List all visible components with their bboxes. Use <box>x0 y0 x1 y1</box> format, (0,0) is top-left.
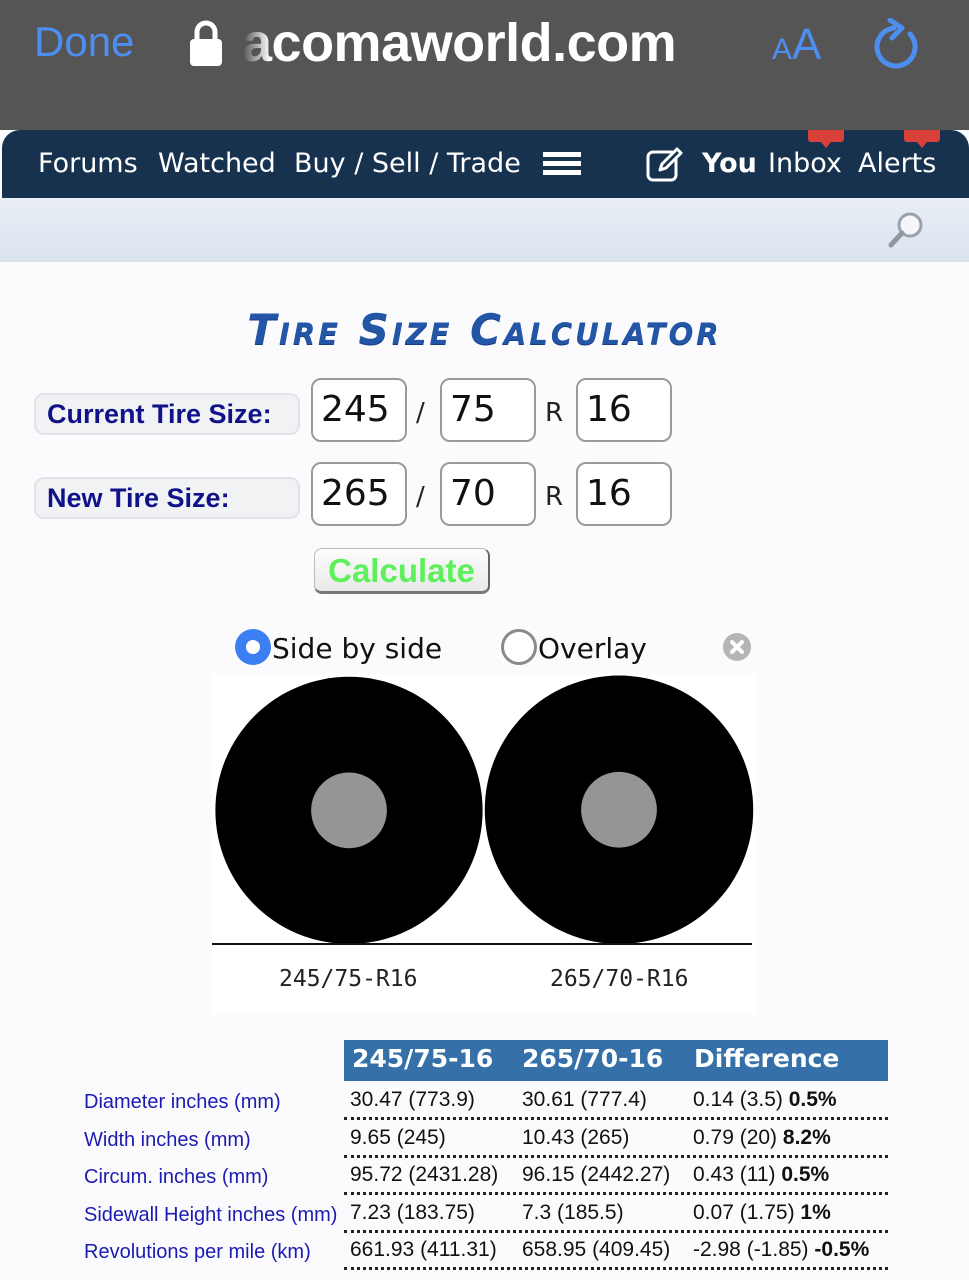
nav-forums[interactable]: Forums <box>38 148 138 179</box>
cell-difference: -2.98 (-1.85) -0.5% <box>693 1238 870 1261</box>
header-new: 265/70-16 <box>522 1044 664 1073</box>
page-title: Tire Size Calculator <box>247 305 722 354</box>
cell-current: 9.65 (245) <box>350 1125 446 1149</box>
browser-toolbar: Done acomaworld.com AA <box>0 0 969 130</box>
current-tire-label: Current Tire Size: <box>34 393 300 435</box>
row-label: Sidewall Height inches (mm) <box>84 1203 338 1226</box>
difference-percent: 0.5% <box>781 1163 830 1186</box>
text-size-small: A <box>772 33 793 66</box>
results-table-header: 245/75-16 265/70-16 Difference <box>344 1040 888 1081</box>
header-current: 245/75-16 <box>352 1044 494 1073</box>
search-bar <box>0 198 969 262</box>
done-button[interactable]: Done <box>34 18 134 66</box>
difference-percent: 0.5% <box>788 1088 837 1111</box>
cell-difference: 0.79 (20) 8.2% <box>693 1125 831 1149</box>
cell-difference: 0.14 (3.5) 0.5% <box>693 1088 837 1111</box>
difference-percent: 1% <box>800 1200 831 1224</box>
cell-difference: 0.43 (11) 0.5% <box>693 1163 830 1186</box>
lock-icon <box>190 20 222 66</box>
nav-watched[interactable]: Watched <box>158 148 276 179</box>
row-divider <box>344 1267 888 1270</box>
side-by-side-radio[interactable] <box>235 629 271 665</box>
cell-new: 10.43 (265) <box>522 1125 630 1149</box>
new-tire-label: New Tire Size: <box>34 477 300 519</box>
row-label: Diameter inches (mm) <box>84 1091 281 1113</box>
current-rim-input[interactable]: 16 <box>576 378 672 442</box>
cell-new: 7.3 (185.5) <box>522 1200 624 1224</box>
nav-buy-sell-trade[interactable]: Buy / Sell / Trade <box>294 148 521 179</box>
tire-label-new: 265/70-R16 <box>550 966 689 992</box>
difference-percent: -0.5% <box>814 1238 870 1261</box>
cell-new: 96.15 (2442.27) <box>522 1163 671 1186</box>
r-separator: R <box>545 482 564 512</box>
new-ratio-input[interactable]: 70 <box>440 462 536 526</box>
text-size-big: A <box>792 20 822 69</box>
url-fade <box>240 18 270 68</box>
row-label: Revolutions per mile (km) <box>84 1241 311 1263</box>
row-divider <box>344 1117 888 1120</box>
cell-current: 30.47 (773.9) <box>350 1088 475 1111</box>
row-label: Circum. inches (mm) <box>84 1166 269 1188</box>
cell-current: 95.72 (2431.28) <box>350 1163 499 1186</box>
inbox-badge <box>808 130 844 148</box>
row-divider <box>344 1229 888 1233</box>
row-label: Width inches (mm) <box>84 1128 251 1151</box>
compose-icon[interactable] <box>646 146 684 182</box>
new-width-input[interactable]: 265 <box>311 462 407 526</box>
calculate-button[interactable]: Calculate <box>314 548 490 594</box>
forum-nav: Forums Watched Buy / Sell / Trade You In… <box>2 130 969 198</box>
cell-current: 7.23 (183.75) <box>350 1200 475 1224</box>
row-divider <box>344 1154 888 1158</box>
rim-1 <box>581 771 657 848</box>
cell-current: 661.93 (411.31) <box>350 1238 497 1261</box>
cell-new: 30.61 (777.4) <box>522 1088 647 1111</box>
header-difference: Difference <box>694 1044 840 1073</box>
tire-label-current: 245/75-R16 <box>279 966 418 992</box>
tire-diagram-svg <box>212 675 754 945</box>
slash-separator: / <box>416 398 425 428</box>
search-icon[interactable] <box>886 210 926 250</box>
nav-alerts[interactable]: Alerts <box>858 148 936 179</box>
slash-separator: / <box>416 482 425 512</box>
rim-0 <box>311 772 387 849</box>
reload-icon[interactable] <box>874 18 924 70</box>
cell-difference: 0.07 (1.75) 1% <box>693 1200 831 1224</box>
overlay-radio[interactable] <box>501 629 537 665</box>
alerts-badge <box>904 130 940 148</box>
side-by-side-label[interactable]: Side by side <box>272 632 442 665</box>
r-separator: R <box>545 398 564 428</box>
current-ratio-input[interactable]: 75 <box>440 378 536 442</box>
overlay-label[interactable]: Overlay <box>538 632 647 665</box>
close-icon[interactable] <box>723 633 751 661</box>
tire-diagram: 245/75-R16 265/70-R16 <box>212 674 756 1014</box>
cell-new: 658.95 (409.45) <box>522 1238 671 1261</box>
nav-inbox[interactable]: Inbox <box>768 148 842 179</box>
hamburger-menu-icon[interactable] <box>543 152 581 176</box>
difference-percent: 8.2% <box>782 1125 831 1149</box>
nav-you[interactable]: You <box>702 148 757 179</box>
new-rim-input[interactable]: 16 <box>576 462 672 526</box>
url-field[interactable]: acomaworld.com <box>242 12 677 74</box>
current-width-input[interactable]: 245 <box>311 378 407 442</box>
text-size-button[interactable]: AA <box>772 20 821 70</box>
row-divider <box>344 1192 888 1195</box>
